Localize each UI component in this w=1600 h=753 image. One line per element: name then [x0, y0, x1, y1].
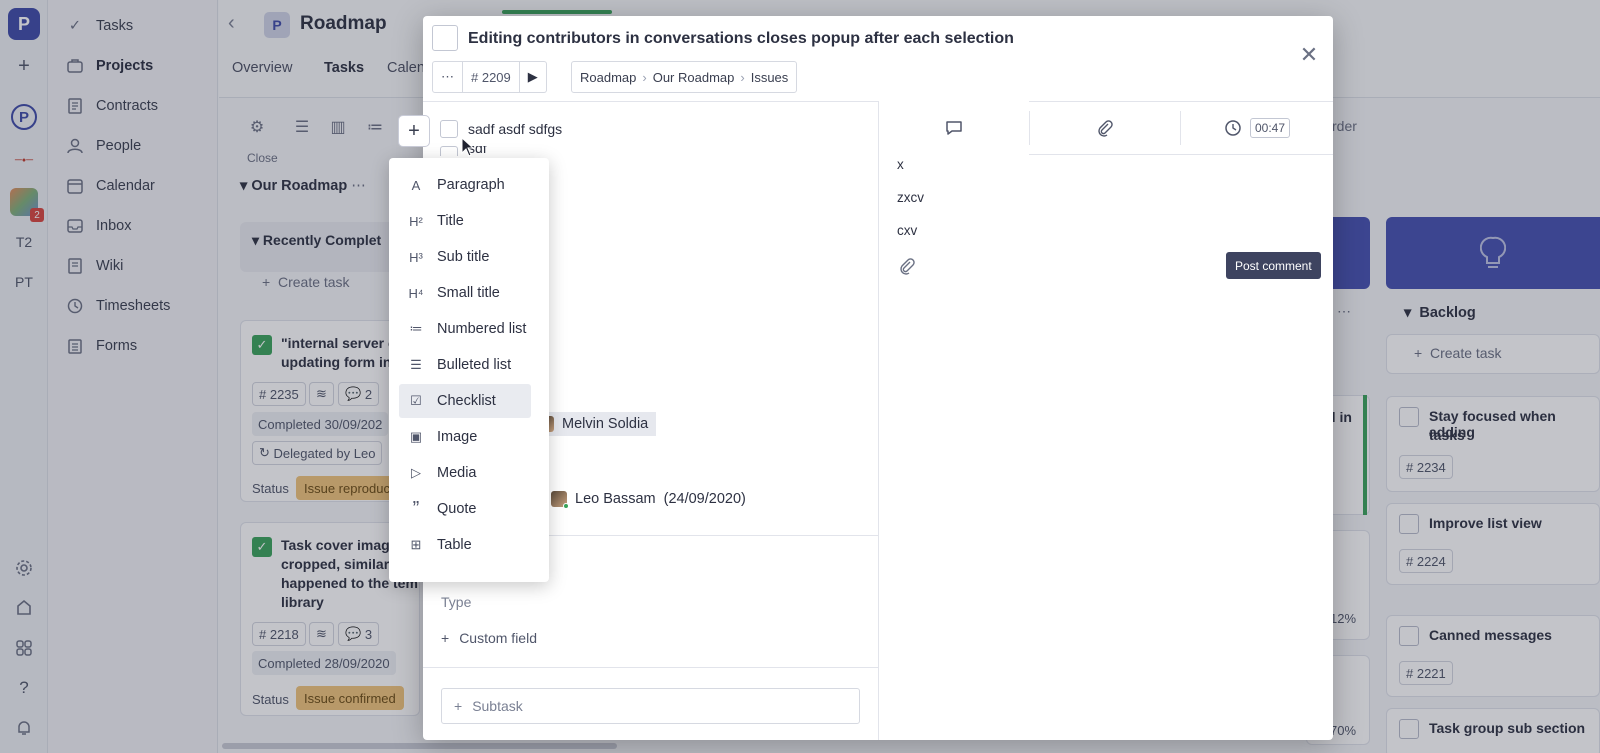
- menu-item-sub-title[interactable]: H³ Sub title: [399, 240, 531, 274]
- timer-value: 00:47: [1249, 118, 1291, 138]
- task-title[interactable]: Editing contributors in conversations cl…: [468, 30, 1014, 48]
- chevron-right-icon: ›: [642, 69, 647, 85]
- online-status-icon: [563, 503, 569, 509]
- h2-icon: H²: [409, 213, 423, 229]
- bulleted-list-icon: ☰: [410, 357, 422, 372]
- custom-field-label: Custom field: [459, 630, 537, 646]
- menu-item-label: Bulleted list: [437, 357, 512, 373]
- checklist-icon: ☑: [410, 393, 422, 408]
- divider: [1029, 154, 1333, 155]
- menu-item-table[interactable]: ⊞ Table: [399, 528, 531, 562]
- task-complete-checkbox[interactable]: [432, 25, 458, 51]
- created-date: (24/09/2020): [663, 491, 746, 507]
- h3-icon: H³: [409, 249, 423, 265]
- paperclip-icon: [1098, 120, 1113, 137]
- tab-comments[interactable]: [879, 101, 1029, 155]
- comment-text: cxv: [897, 223, 918, 238]
- menu-item-media[interactable]: ▷ Media: [399, 456, 531, 490]
- divider: [878, 101, 879, 740]
- avatar: [551, 491, 569, 509]
- tab-time-tracking[interactable]: 00:47: [1181, 101, 1333, 155]
- menu-item-numbered-list[interactable]: ≔ Numbered list: [399, 312, 531, 346]
- post-comment-button[interactable]: Post comment: [1226, 252, 1321, 279]
- type-field-label[interactable]: Type: [441, 594, 471, 610]
- quote-icon: ”: [412, 497, 420, 520]
- numbered-list-icon: ≔: [409, 321, 423, 336]
- subtask-input[interactable]: + Subtask: [441, 688, 860, 724]
- menu-item-label: Image: [437, 429, 478, 445]
- menu-item-image[interactable]: ▣ Image: [399, 420, 531, 454]
- attach-file-icon[interactable]: [898, 257, 916, 280]
- task-action-chips: ⋯ # 2209 ▶: [432, 61, 547, 93]
- play-timer-icon[interactable]: ▶: [519, 61, 547, 93]
- divider: [423, 667, 878, 668]
- tab-attachments[interactable]: [1030, 101, 1180, 155]
- checklist-item-text[interactable]: sadf asdf sdfgs: [468, 121, 562, 137]
- menu-item-small-title[interactable]: H⁴ Small title: [399, 276, 531, 310]
- h4-icon: H⁴: [408, 285, 424, 301]
- menu-item-label: Title: [437, 213, 464, 229]
- image-icon: ▣: [409, 429, 423, 444]
- menu-item-checklist[interactable]: ☑ Checklist: [399, 384, 531, 418]
- menu-item-label: Media: [437, 465, 477, 481]
- menu-item-label: Sub title: [437, 249, 490, 265]
- media-icon: ▷: [411, 465, 421, 480]
- menu-item-quote[interactable]: ” Quote: [399, 492, 531, 526]
- menu-item-label: Quote: [437, 501, 477, 517]
- more-options-button[interactable]: ⋯: [432, 61, 463, 93]
- checklist-item[interactable]: sadf asdf sdfgs: [440, 120, 562, 138]
- mouse-cursor-icon: [461, 137, 475, 157]
- breadcrumb-issues[interactable]: Issues: [751, 70, 789, 85]
- subtask-placeholder: Subtask: [472, 698, 523, 714]
- comment-icon: [946, 121, 962, 135]
- creator-name: Leo Bassam: [575, 491, 656, 507]
- menu-item-bulleted-list[interactable]: ☰ Bulleted list: [399, 348, 531, 382]
- assignee-name: Melvin Soldia: [562, 416, 649, 432]
- creator-chip: Leo Bassam (24/09/2020): [543, 487, 754, 511]
- menu-item-label: Small title: [437, 285, 500, 301]
- block-type-menu: A Paragraph H² Title H³ Sub title H⁴ Small t…: [389, 158, 549, 582]
- plus-icon: +: [441, 630, 450, 646]
- breadcrumb-our-roadmap[interactable]: Our Roadmap: [653, 70, 735, 85]
- close-icon[interactable]: ✕: [1299, 44, 1319, 66]
- chevron-right-icon: ›: [740, 69, 745, 85]
- assignee-chip[interactable]: Melvin Soldia: [538, 412, 657, 436]
- plus-icon: +: [454, 698, 463, 714]
- menu-item-label: Paragraph: [437, 177, 505, 193]
- menu-item-paragraph[interactable]: A Paragraph: [399, 168, 531, 202]
- comment-text: x: [897, 157, 904, 172]
- menu-item-title[interactable]: H² Title: [399, 204, 531, 238]
- task-detail-modal: Editing contributors in conversations cl…: [423, 16, 1333, 740]
- menu-item-label: Checklist: [437, 393, 496, 409]
- comment-text: zxcv: [897, 190, 924, 205]
- checklist-checkbox[interactable]: [440, 146, 458, 156]
- table-icon: ⊞: [410, 537, 422, 552]
- checklist-checkbox[interactable]: [440, 120, 458, 138]
- paragraph-icon: A: [411, 177, 421, 193]
- breadcrumb: Roadmap › Our Roadmap › Issues: [571, 61, 798, 93]
- add-custom-field-button[interactable]: + Custom field: [441, 630, 537, 646]
- breadcrumb-roadmap[interactable]: Roadmap: [580, 70, 636, 85]
- clock-icon: [1225, 120, 1241, 136]
- insert-block-button[interactable]: +: [398, 115, 430, 147]
- menu-item-label: Numbered list: [437, 321, 527, 337]
- task-id-chip[interactable]: # 2209: [463, 61, 520, 93]
- menu-item-label: Table: [437, 537, 472, 553]
